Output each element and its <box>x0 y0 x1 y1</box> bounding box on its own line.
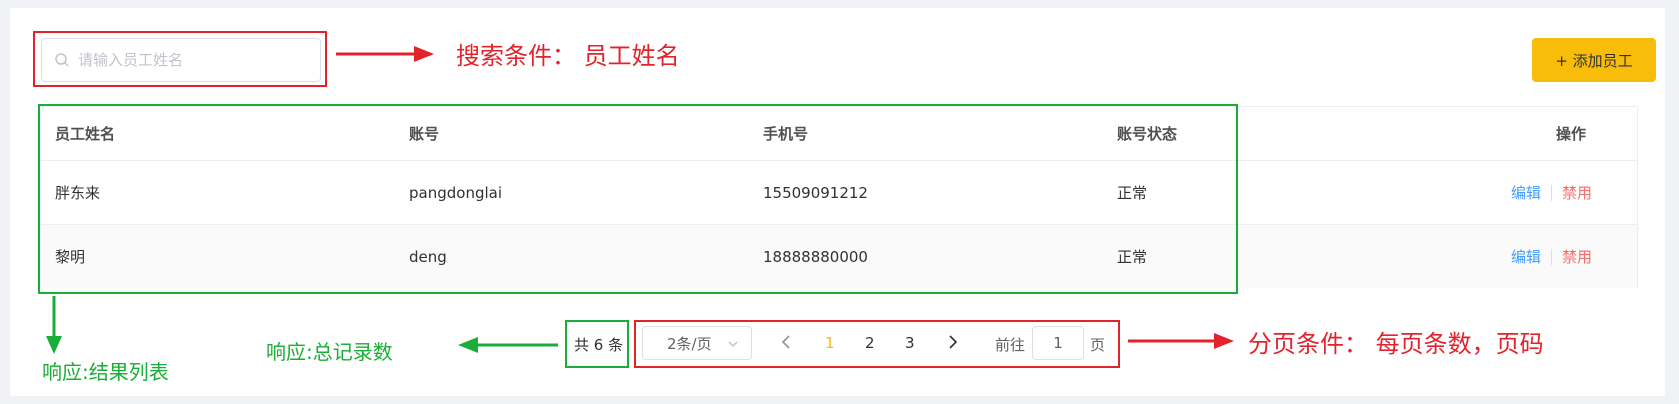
row-actions: 编辑 禁用 <box>1511 225 1592 288</box>
pagination-highlight-box <box>634 320 1120 368</box>
row-actions: 编辑 禁用 <box>1511 161 1592 224</box>
result-list-annotation: 响应:结果列表 <box>42 360 169 384</box>
total-left-arrow-icon <box>458 337 558 353</box>
result-down-arrow-icon <box>46 296 62 354</box>
search-highlight-box <box>33 31 327 87</box>
page-condition-annotation: 分页条件： 每页条数，页码 <box>1248 330 1544 358</box>
action-divider <box>1551 184 1553 201</box>
edit-link[interactable]: 编辑 <box>1511 246 1541 267</box>
result-list-highlight-box <box>38 104 1238 294</box>
search-condition-annotation: 搜索条件： 员工姓名 <box>456 42 680 70</box>
col-header-actions: 操作 <box>1555 125 1586 143</box>
disable-link[interactable]: 禁用 <box>1562 246 1592 267</box>
disable-link[interactable]: 禁用 <box>1562 182 1592 203</box>
total-records-annotation: 响应:总记录数 <box>266 340 393 364</box>
page-arrow-icon <box>1128 333 1234 349</box>
total-highlight-box <box>565 320 629 368</box>
add-employee-button[interactable]: + 添加员工 <box>1532 38 1656 82</box>
search-arrow-icon <box>336 46 434 62</box>
edit-link[interactable]: 编辑 <box>1511 182 1541 203</box>
action-divider <box>1551 248 1553 265</box>
